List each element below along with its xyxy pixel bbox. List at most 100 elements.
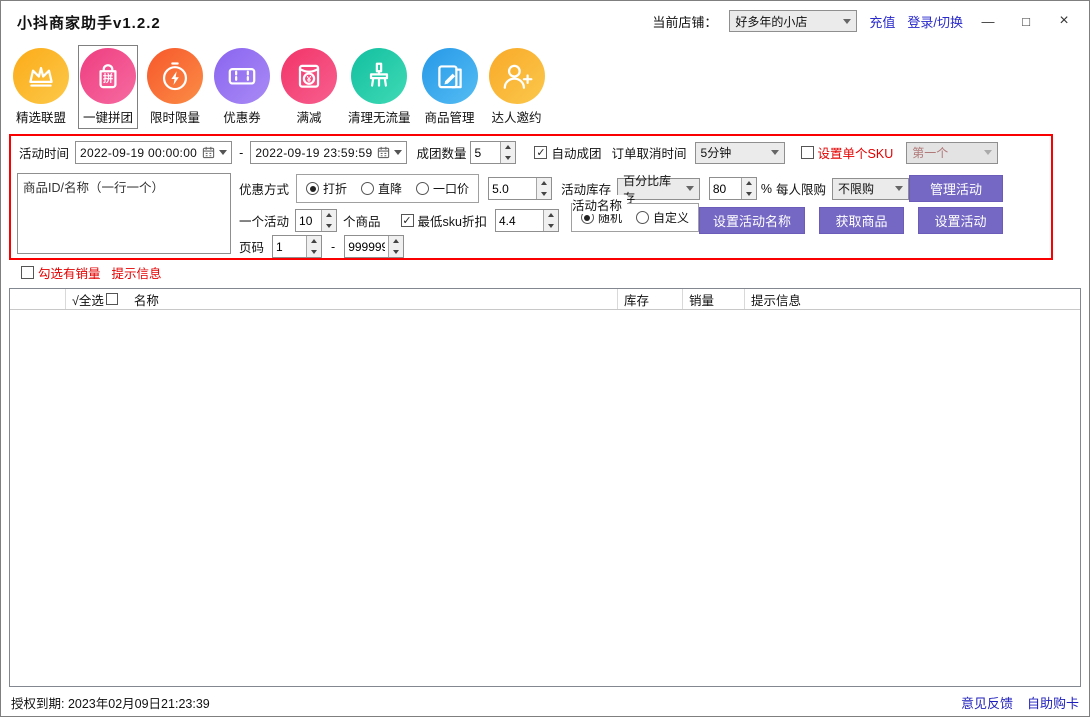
page-range-dash: -	[331, 240, 335, 254]
per-person-limit-select[interactable]: 不限购	[832, 178, 909, 200]
stock-type-select[interactable]: 百分比库存	[617, 178, 700, 200]
page-start-input[interactable]	[273, 236, 306, 257]
app-window: 小抖商家助手v1.2.2 当前店铺： 好多年的小店 充值 登录/切换 — □ ×…	[0, 0, 1090, 717]
select-all-checkbox[interactable]	[106, 293, 118, 305]
radio-icon[interactable]	[361, 182, 374, 195]
minimize-button[interactable]: —	[975, 14, 1001, 29]
product-id-input[interactable]	[17, 173, 231, 254]
login-switch-link[interactable]: 登录/切换	[907, 12, 963, 31]
discount-value-stepper[interactable]	[488, 177, 552, 200]
spin-down-icon[interactable]	[501, 153, 515, 164]
radio-fixed-price[interactable]: 一口价	[416, 180, 469, 197]
list-body	[10, 310, 1080, 686]
checkbox-unchecked-icon[interactable]	[801, 146, 814, 159]
toolbar-item-product-management[interactable]: 商品管理	[420, 45, 480, 129]
spin-down-icon[interactable]	[322, 221, 336, 232]
notebook-pencil-icon	[433, 59, 467, 93]
buy-card-link[interactable]: 自助购卡	[1027, 693, 1079, 712]
svg-text:拼: 拼	[103, 72, 113, 85]
min-sku-stepper[interactable]	[495, 209, 559, 232]
toolbar-item-featured-alliance[interactable]: 精选联盟	[11, 45, 71, 129]
radio-direct-drop[interactable]: 直降	[361, 180, 402, 197]
title-bar: 小抖商家助手v1.2.2 当前店铺： 好多年的小店 充值 登录/切换 — □ ×	[1, 1, 1089, 41]
stock-value-input[interactable]	[710, 178, 741, 199]
select-all-label[interactable]: √全选	[72, 290, 104, 309]
tip-info-label: 提示信息	[112, 263, 162, 282]
toolbar-item-label: 满减	[296, 107, 321, 126]
page-end-stepper[interactable]	[344, 235, 404, 258]
toolbar-item-coupon[interactable]: 优惠券	[212, 45, 272, 129]
header-cell-empty	[10, 289, 66, 309]
spin-down-icon[interactable]	[389, 247, 403, 258]
chevron-down-icon	[771, 150, 779, 155]
group-buy-bag-icon: 拼	[91, 59, 125, 93]
spin-down-icon[interactable]	[307, 247, 321, 258]
group-qty-stepper[interactable]	[470, 141, 516, 164]
checkbox-checked-icon[interactable]	[401, 214, 414, 227]
order-cancel-select[interactable]: 5分钟	[695, 142, 785, 164]
spin-up-icon[interactable]	[322, 210, 336, 221]
per-activity-input[interactable]	[296, 210, 321, 231]
list-header: √全选 名称 库存 销量 提示信息	[10, 289, 1080, 310]
group-qty-input[interactable]	[471, 142, 500, 163]
toolbar-item-influencer-invite[interactable]: 达人邀约	[487, 45, 547, 129]
toolbar-item-clean-no-traffic[interactable]: 清理无流量	[346, 45, 413, 129]
spin-down-icon[interactable]	[544, 221, 558, 232]
radio-selected-icon[interactable]	[306, 182, 319, 195]
spin-up-icon[interactable]	[537, 178, 551, 189]
spin-up-icon[interactable]	[742, 178, 756, 189]
per-activity-stepper[interactable]	[295, 209, 337, 232]
recharge-link[interactable]: 充值	[869, 12, 895, 31]
svg-text:¥: ¥	[307, 74, 312, 84]
spin-up-icon[interactable]	[389, 236, 403, 247]
set-activity-button[interactable]: 设置活动	[918, 207, 1003, 234]
close-button[interactable]: ×	[1051, 12, 1077, 30]
per-activity-suffix: 个商品	[343, 211, 381, 230]
toolbar-item-full-reduction[interactable]: ¥ 满减	[279, 45, 339, 129]
toolbar-item-label: 商品管理	[425, 107, 475, 126]
end-date-picker[interactable]: 2022-09-19 23:59:59	[250, 141, 407, 164]
stopwatch-icon	[158, 59, 192, 93]
chevron-down-icon[interactable]	[219, 150, 227, 155]
header-cell-sales: 销量	[683, 289, 745, 309]
shop-select[interactable]: 好多年的小店	[729, 10, 857, 32]
start-date-value: 2022-09-19 00:00:00	[80, 146, 197, 160]
spin-down-icon[interactable]	[742, 189, 756, 200]
toolbar-item-limited-time-qty[interactable]: 限时限量	[145, 45, 205, 129]
set-activity-name-button[interactable]: 设置活动名称	[699, 207, 805, 234]
spin-up-icon[interactable]	[307, 236, 321, 247]
manage-activity-button[interactable]: 管理活动	[909, 175, 1003, 202]
auto-group-checkbox[interactable]: 自动成团	[534, 143, 601, 162]
page-label: 页码	[239, 237, 264, 256]
discount-mode-group: 打折 直降 一口价	[296, 174, 479, 203]
start-date-picker[interactable]: 2022-09-19 00:00:00	[75, 141, 232, 164]
radio-discount[interactable]: 打折	[306, 180, 347, 197]
page-end-input[interactable]	[345, 236, 388, 257]
chevron-down-icon	[984, 150, 992, 155]
spin-up-icon[interactable]	[501, 142, 515, 153]
person-plus-icon	[500, 59, 534, 93]
min-sku-input[interactable]	[496, 210, 543, 231]
min-sku-discount-checkbox[interactable]: 最低sku折扣	[401, 211, 487, 230]
chevron-down-icon	[895, 186, 903, 191]
chevron-down-icon	[843, 19, 851, 24]
chevron-down-icon[interactable]	[394, 150, 402, 155]
checkbox-unchecked-icon[interactable]	[21, 266, 34, 279]
sales-filter-row: 勾选有销量 提示信息	[21, 263, 162, 282]
stock-value-stepper[interactable]	[709, 177, 757, 200]
radio-custom-name[interactable]: 自定义	[636, 209, 689, 226]
page-start-stepper[interactable]	[272, 235, 322, 258]
toolbar-item-label: 精选联盟	[16, 107, 66, 126]
has-sales-checkbox[interactable]: 勾选有销量	[21, 263, 101, 282]
spin-up-icon[interactable]	[544, 210, 558, 221]
spin-down-icon[interactable]	[537, 189, 551, 200]
maximize-button[interactable]: □	[1013, 14, 1039, 29]
radio-icon[interactable]	[636, 211, 649, 224]
discount-value-input[interactable]	[489, 178, 536, 199]
feedback-link[interactable]: 意见反馈	[961, 693, 1013, 712]
radio-icon[interactable]	[416, 182, 429, 195]
single-sku-checkbox[interactable]: 设置单个SKU	[801, 143, 894, 162]
get-products-button[interactable]: 获取商品	[819, 207, 904, 234]
toolbar-item-one-key-group-buy[interactable]: 拼 一键拼团	[78, 45, 138, 129]
checkbox-checked-icon[interactable]	[534, 146, 547, 159]
